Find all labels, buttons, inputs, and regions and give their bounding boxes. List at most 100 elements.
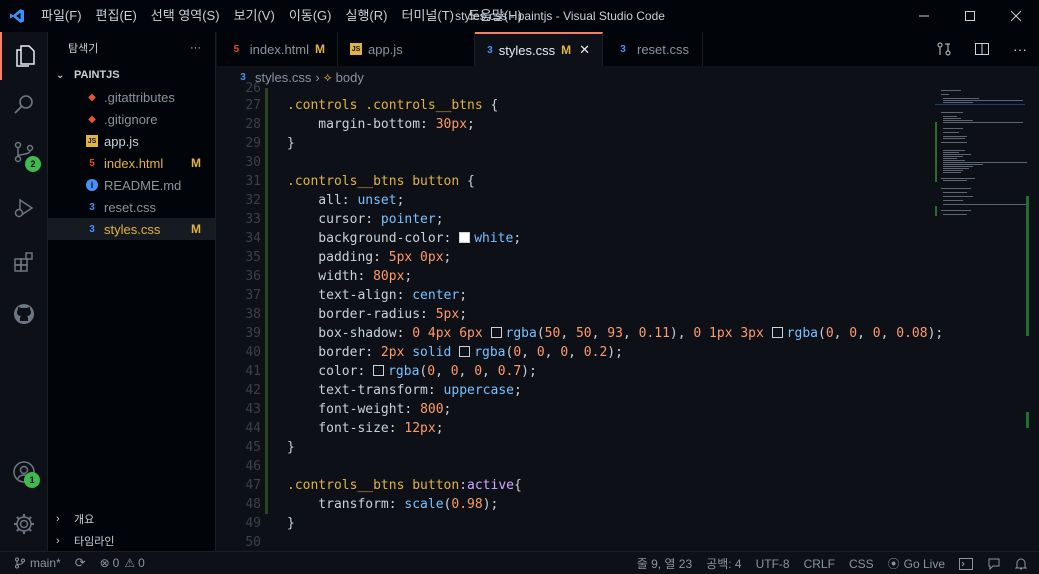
compare-changes-icon [937, 42, 951, 56]
more-actions-button[interactable]: ··· [1001, 32, 1039, 66]
code-line: 45} [217, 438, 937, 457]
manage-button[interactable] [0, 500, 48, 548]
file-app-js[interactable]: JS app.js [48, 130, 215, 152]
menu-run[interactable]: 실행(R) [339, 0, 395, 32]
feedback-button[interactable] [980, 552, 1008, 574]
search-button[interactable] [0, 80, 48, 128]
source-control-button[interactable]: 2 [0, 128, 48, 176]
menu-edit[interactable]: 편집(E) [89, 0, 144, 32]
menu-go[interactable]: 이동(G) [282, 0, 339, 32]
branch-name: main* [30, 556, 61, 570]
terminal-button[interactable] [952, 552, 980, 574]
code-line: 37 text-align: center; [217, 286, 937, 305]
file-label: styles.css [104, 221, 161, 237]
go-live-button[interactable]: ⦿ Go Live [881, 552, 952, 574]
file-readme[interactable]: i README.md [48, 174, 215, 196]
line-number: 34 [245, 231, 261, 246]
css-icon: 3 [620, 43, 626, 55]
notifications-button[interactable] [1008, 552, 1039, 574]
minimap[interactable] [935, 88, 1027, 228]
menu-selection[interactable]: 선택 영역(S) [144, 0, 227, 32]
tab-app-js[interactable]: JS app.js [338, 32, 475, 66]
editor-actions: ··· [925, 32, 1039, 66]
file-styles-css[interactable]: 3 styles.css M [48, 218, 215, 240]
end-of-line[interactable]: CRLF [797, 552, 842, 574]
split-editor-button[interactable] [963, 32, 1001, 66]
extensions-button[interactable] [0, 238, 48, 286]
tab-label: app.js [368, 41, 403, 57]
color-swatch[interactable] [771, 327, 783, 338]
file-label: README.md [104, 177, 182, 193]
file-gitignore[interactable]: ◆ .gitignore [48, 108, 215, 130]
line-number: 45 [245, 440, 261, 455]
menu-file[interactable]: 파일(F) [34, 0, 89, 32]
color-swatch[interactable] [459, 346, 471, 357]
accounts-badge: 1 [24, 472, 40, 488]
timeline-section[interactable]: › 타임라인 [48, 530, 216, 552]
branch-status[interactable]: main* [0, 552, 68, 574]
line-number: 50 [245, 535, 261, 550]
close-window-button[interactable] [993, 0, 1039, 32]
folder-paintjs[interactable]: ⌄ PAINTJS [48, 64, 215, 86]
feedback-icon [988, 558, 1000, 570]
code-line: 39 box-shadow: 0 4px 6px rgba(50, 50, 93… [217, 324, 943, 343]
window-title: styles.css - paintjs - Visual Studio Cod… [455, 9, 665, 23]
problems-status[interactable]: ⊗ 0 ⚠ 0 [93, 552, 152, 574]
chevron-right-icon: › [56, 535, 60, 547]
tab-modified: M [561, 43, 572, 57]
explorer-header: 탐색기 ··· [48, 32, 215, 64]
tab-label: styles.css [498, 42, 556, 58]
file-label: .gitattributes [104, 89, 175, 105]
code-line: 49} [217, 514, 937, 533]
code-line: 27 .controls .controls__btns { [217, 96, 937, 115]
minimize-button[interactable] [901, 0, 947, 32]
accounts-button[interactable]: 1 [0, 448, 48, 496]
color-swatch[interactable] [373, 365, 385, 376]
files-icon [16, 45, 35, 67]
maximize-button[interactable] [947, 0, 993, 32]
title-bar: 파일(F) 편집(E) 선택 영역(S) 보기(V) 이동(G) 실행(R) 터… [0, 0, 1039, 32]
file-label: reset.css [104, 199, 157, 215]
more-actions-icon[interactable]: ··· [190, 42, 201, 54]
tab-reset-css[interactable]: 3 reset.css [603, 32, 703, 66]
code-line: 44 font-size: 12px; [217, 419, 937, 438]
github-button[interactable] [0, 290, 48, 338]
menu-view[interactable]: 보기(V) [227, 0, 282, 32]
file-reset-css[interactable]: 3 reset.css [48, 196, 215, 218]
code-line: 41 color: rgba(0, 0, 0, 0.7); [217, 362, 937, 381]
folder-label: PAINTJS [74, 69, 120, 81]
outline-section[interactable]: › 개요 [48, 508, 216, 530]
file-label: .gitignore [104, 111, 158, 127]
code-line: 28 margin-bottom: 30px; [217, 115, 937, 134]
run-debug-button[interactable] [0, 184, 48, 232]
minimize-icon [919, 15, 929, 17]
line-number: 47 [245, 478, 261, 493]
line-number: 49 [245, 516, 261, 531]
line-number: 43 [245, 402, 261, 417]
tab-index-html[interactable]: 5 index.html M [217, 32, 338, 66]
explorer-button[interactable] [0, 32, 48, 80]
code-line: 35 padding: 5px 0px; [217, 248, 937, 267]
vscode-logo-icon [0, 0, 34, 32]
js-icon: JS [350, 43, 362, 55]
close-tab-icon[interactable]: ✕ [579, 42, 590, 58]
cursor-position[interactable]: 줄 9, 열 23 [630, 552, 699, 574]
file-label: index.html [104, 155, 164, 171]
color-swatch[interactable] [490, 327, 502, 338]
git-branch-icon [15, 557, 25, 569]
indentation[interactable]: 공백: 4 [699, 552, 748, 574]
tab-styles-css[interactable]: 3 styles.css M ✕ [475, 32, 603, 66]
color-swatch[interactable] [459, 232, 471, 243]
code-line: 40 border: 2px solid rgba(0, 0, 0, 0.2); [217, 343, 937, 362]
file-index-html[interactable]: 5 index.html M [48, 152, 215, 174]
tab-label: reset.css [637, 41, 690, 57]
code-editor[interactable]: 26 27 .controls .controls__btns { 28 marg… [217, 81, 1039, 551]
code-line: 30 [217, 153, 937, 172]
sync-button[interactable]: ⟳ [68, 552, 93, 574]
code-line: 29} [217, 134, 937, 153]
code-line: 43 font-weight: 800; [217, 400, 937, 419]
encoding[interactable]: UTF-8 [749, 552, 797, 574]
open-changes-button[interactable] [925, 32, 963, 66]
file-gitattributes[interactable]: ◆ .gitattributes [48, 86, 215, 108]
language-mode[interactable]: CSS [842, 552, 881, 574]
